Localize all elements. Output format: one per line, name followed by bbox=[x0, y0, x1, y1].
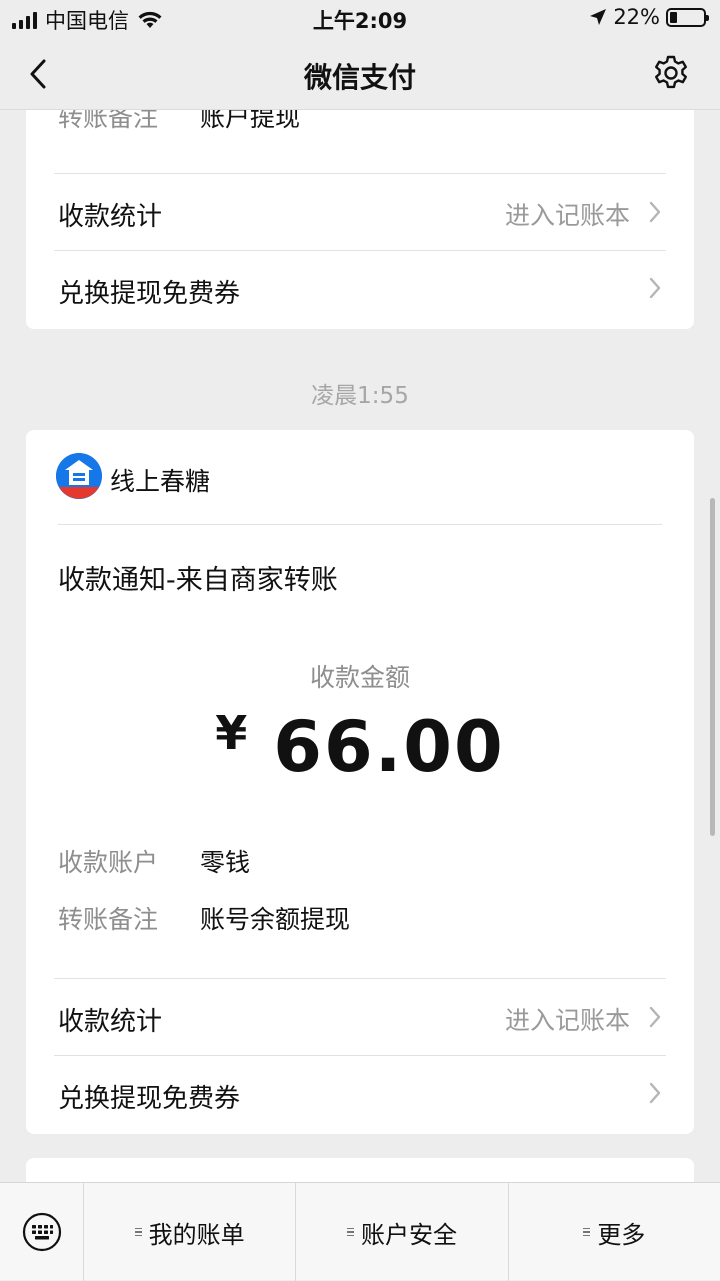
account-value: 零钱 bbox=[200, 848, 251, 877]
status-bar: 中国电信 上午2:09 22% bbox=[0, 0, 720, 36]
menu-label: 我的账单 bbox=[148, 1220, 245, 1249]
amount-label: 收款金额 bbox=[309, 663, 410, 692]
page-title: 微信支付 bbox=[303, 61, 416, 94]
battery-percent: 22% bbox=[613, 5, 660, 29]
prev-stats-row[interactable]: 收款统计 进入记账本 bbox=[26, 174, 694, 250]
merchant-name[interactable]: 线上春糖 bbox=[110, 462, 210, 498]
stats-link: 进入记账本 bbox=[504, 1006, 630, 1035]
keyboard-toggle[interactable] bbox=[0, 1183, 84, 1281]
menu-label: 更多 bbox=[597, 1220, 646, 1249]
menu-lines-icon bbox=[134, 1227, 142, 1237]
chevron-right-icon bbox=[649, 1006, 661, 1028]
notice-title: 收款通知-来自商家转账 bbox=[58, 565, 338, 596]
stats-link: 进入记账本 bbox=[504, 201, 630, 230]
amount-value: 66.00 bbox=[273, 706, 505, 788]
prev-notice-card: 转账备注 账户提现 收款统计 进入记账本 兑换提现免费券 bbox=[26, 80, 694, 329]
chevron-right-icon bbox=[649, 201, 661, 223]
menu-label: 账户安全 bbox=[360, 1220, 457, 1249]
remark-value: 账号余额提现 bbox=[200, 905, 351, 934]
bottom-menu: 我的账单 账户安全 更多 bbox=[0, 1182, 720, 1281]
prev-coupon-row[interactable]: 兑换提现免费券 bbox=[26, 251, 694, 329]
currency-symbol: ¥ bbox=[215, 706, 248, 760]
menu-more[interactable]: 更多 bbox=[509, 1183, 720, 1281]
amount: ¥66.00 bbox=[26, 706, 694, 788]
menu-lines-icon bbox=[583, 1227, 591, 1237]
divider bbox=[58, 524, 662, 525]
menu-lines-icon bbox=[346, 1227, 354, 1237]
keyboard-icon bbox=[22, 1212, 62, 1252]
status-right: 22% bbox=[589, 5, 709, 29]
gear-icon[interactable] bbox=[652, 54, 690, 92]
nav-bar: 微信支付 bbox=[0, 36, 720, 110]
stats-label: 收款统计 bbox=[58, 1007, 163, 1037]
location-arrow-icon bbox=[590, 9, 607, 25]
merchant-logo bbox=[56, 453, 102, 499]
chevron-right-icon bbox=[649, 277, 661, 299]
stats-row[interactable]: 收款统计 进入记账本 bbox=[26, 979, 694, 1055]
battery-icon bbox=[666, 7, 709, 27]
coupon-row[interactable]: 兑换提现免费券 bbox=[26, 1056, 694, 1134]
stats-label: 收款统计 bbox=[58, 202, 163, 232]
coupon-label: 兑换提现免费券 bbox=[58, 1084, 241, 1114]
menu-my-bills[interactable]: 我的账单 bbox=[84, 1183, 297, 1281]
scrollbar[interactable] bbox=[710, 498, 715, 836]
account-key: 收款账户 bbox=[58, 848, 159, 877]
food-safety-icon bbox=[56, 453, 102, 499]
message-timestamp: 凌晨1:55 bbox=[311, 383, 409, 409]
coupon-label: 兑换提现免费券 bbox=[58, 279, 241, 309]
menu-account-security[interactable]: 账户安全 bbox=[296, 1183, 509, 1281]
chevron-right-icon bbox=[649, 1082, 661, 1104]
payment-notice-card: 线上春糖 收款通知-来自商家转账 收款金额 ¥66.00 收款账户 零钱 转账备… bbox=[26, 430, 694, 1134]
remark-key: 转账备注 bbox=[58, 905, 159, 934]
